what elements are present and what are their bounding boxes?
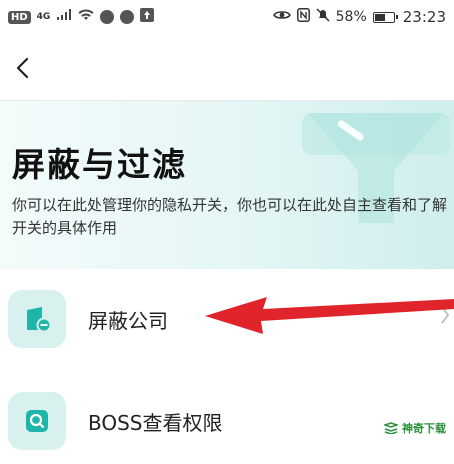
mute-bell-icon xyxy=(316,8,330,26)
watermark: 神奇下载 xyxy=(384,420,446,436)
globe-app-icon xyxy=(120,10,135,24)
list-item-label: 屏蔽公司 xyxy=(88,308,168,333)
battery-icon xyxy=(372,11,398,23)
block-company-icon xyxy=(8,290,66,348)
search-permission-icon xyxy=(8,392,66,450)
music-app-icon xyxy=(100,10,115,24)
status-bar-right: 58% 23:23 xyxy=(272,8,446,26)
page-title: 屏蔽与过滤 xyxy=(12,145,187,184)
signal-icon xyxy=(56,9,72,25)
nfc-icon xyxy=(296,8,310,26)
network-type: 4G xyxy=(36,12,51,22)
upload-icon xyxy=(140,8,155,26)
status-bar-left: HD 4G xyxy=(8,8,155,26)
battery-percent: 58% xyxy=(335,9,367,25)
wifi-icon xyxy=(78,9,94,25)
chevron-left-icon xyxy=(16,57,29,79)
watermark-text: 神奇下载 xyxy=(402,422,446,435)
watermark-logo-icon xyxy=(384,422,398,434)
page-description: 你可以在此处管理你的隐私开关，你也可以在此处自主查看和了解开关的具体作用 xyxy=(12,196,448,237)
clock: 23:23 xyxy=(402,8,446,26)
back-button[interactable] xyxy=(8,52,36,84)
list-item-label: BOSS查看权限 xyxy=(88,410,223,435)
eye-icon xyxy=(272,9,291,25)
status-bar: HD 4G 58% 23:23 xyxy=(0,0,454,34)
annotation-arrow xyxy=(205,297,454,334)
hd-badge: HD xyxy=(8,10,31,24)
